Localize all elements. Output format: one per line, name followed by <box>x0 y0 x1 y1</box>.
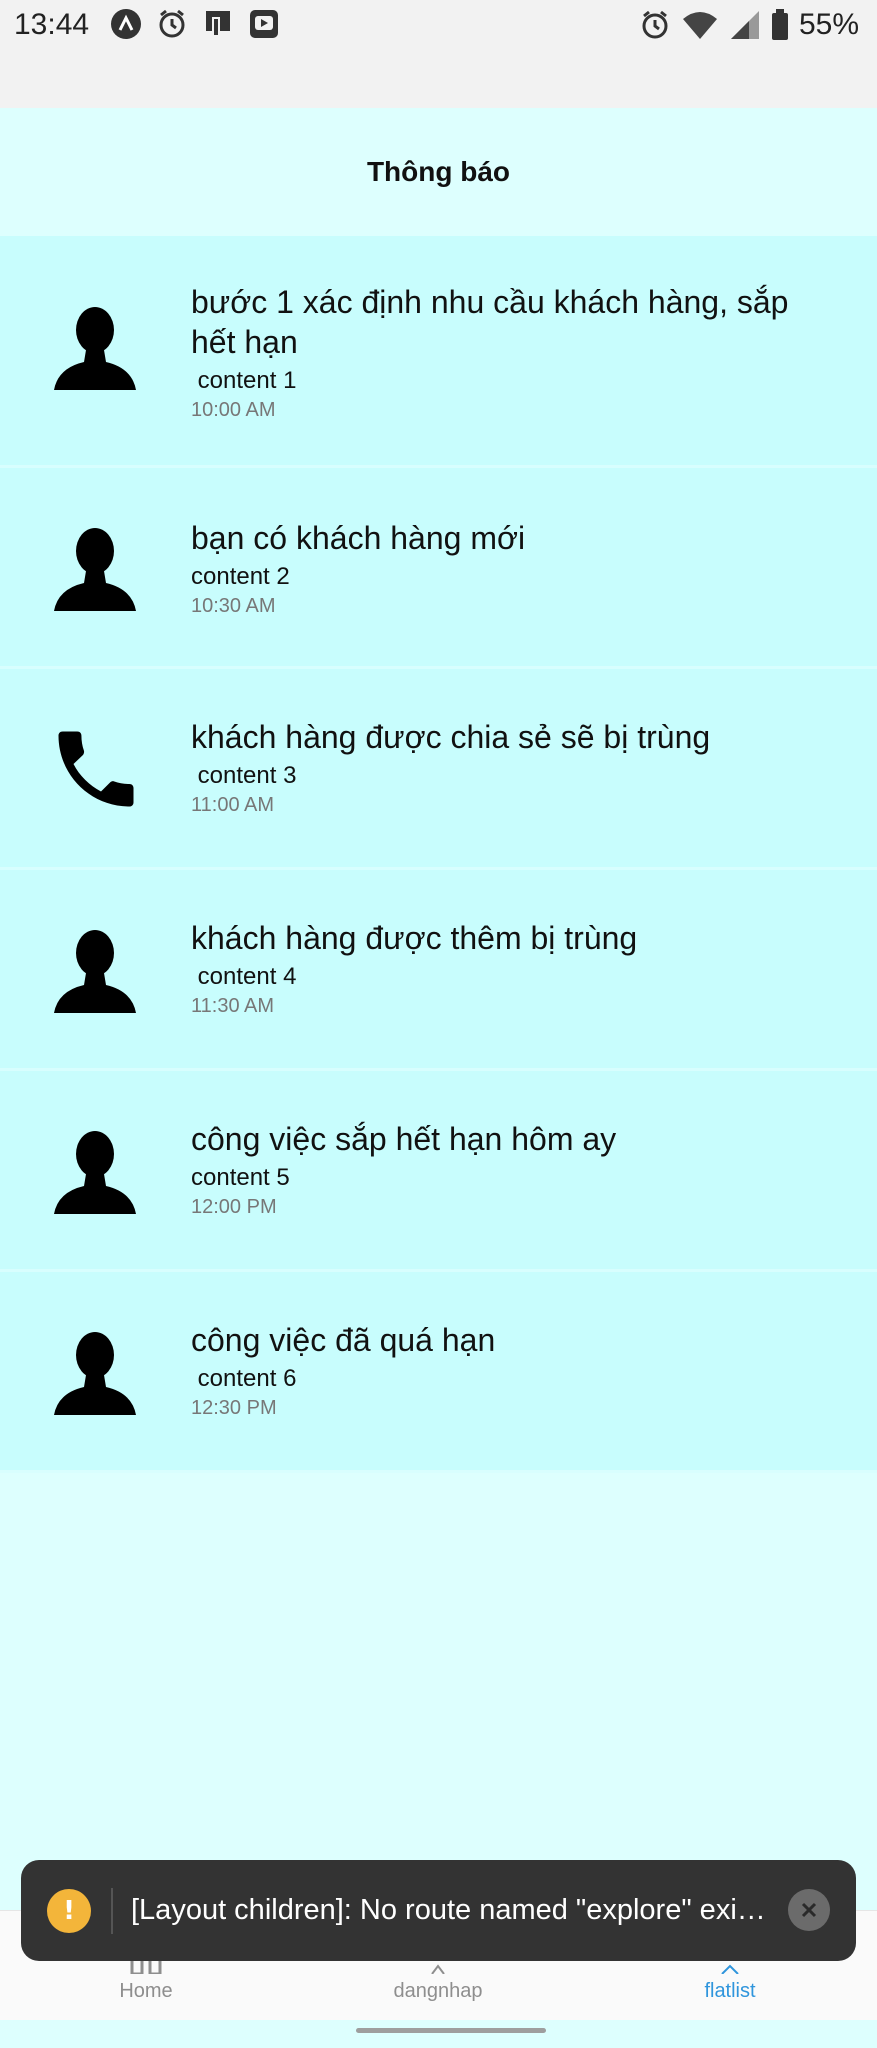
person-icon <box>54 307 136 390</box>
notification-time: 12:00 PM <box>191 1196 277 1218</box>
notification-title: công việc đã quá hạn <box>191 1322 496 1358</box>
notification-content: content 2 <box>191 563 290 590</box>
phone-icon <box>58 731 134 807</box>
list-item[interactable]: bạn có khách hàng mới content 2 10:30 AM <box>0 468 877 669</box>
notification-content: content 6 <box>191 1365 297 1392</box>
list-item-text: khách hàng được thêm bị trùng content 4 … <box>191 918 827 1020</box>
list-item[interactable]: khách hàng được chia sẻ sẽ bị trùng cont… <box>0 669 877 870</box>
toast-divider <box>111 1887 113 1934</box>
person-icon <box>54 1332 136 1415</box>
close-toast-button[interactable] <box>788 1889 830 1931</box>
alarm-icon <box>159 9 185 38</box>
battery-icon <box>771 9 788 40</box>
notification-time: 12:30 PM <box>191 1397 277 1419</box>
file-icon <box>206 11 230 37</box>
status-bar: 13:44 55% <box>0 0 877 108</box>
notification-content: content 4 <box>191 963 297 990</box>
notification-content: content 5 <box>191 1164 290 1191</box>
notification-time: 10:00 AM <box>191 399 276 421</box>
toast-message: [Layout children]: No route named "explo… <box>131 1894 771 1926</box>
alarm-icon <box>642 10 668 39</box>
tab-label: dangnhap <box>393 1980 483 2002</box>
status-left-icons <box>110 8 280 40</box>
list-item[interactable]: khách hàng được thêm bị trùng content 4 … <box>0 870 877 1071</box>
home-indicator <box>356 2028 546 2033</box>
person-icon <box>54 930 136 1013</box>
notification-title: công việc sắp hết hạn hôm ay <box>191 1121 617 1157</box>
tab-label: Home <box>119 1980 173 2002</box>
notification-title: bước 1 xác định nhu cầu khách hàng, sắp … <box>191 284 789 360</box>
page-title: Thông báo <box>366 156 511 187</box>
list-item-text: bạn có khách hàng mới content 2 10:30 AM <box>191 518 827 620</box>
notification-time: 10:30 AM <box>191 595 276 617</box>
notification-content: content 1 <box>191 367 297 394</box>
wifi-icon <box>682 12 717 39</box>
error-toast[interactable]: ! [Layout children]: No route named "exp… <box>21 1860 856 1961</box>
notification-title: khách hàng được thêm bị trùng <box>191 920 638 956</box>
notification-list: bước 1 xác định nhu cầu khách hàng, sắp … <box>0 236 877 1473</box>
expo-icon <box>111 9 141 39</box>
signal-icon <box>730 11 759 39</box>
page-header: Thông báo <box>0 108 877 236</box>
notification-time: 11:30 AM <box>191 995 275 1017</box>
list-item-text: bước 1 xác định nhu cầu khách hàng, sắp … <box>191 282 827 424</box>
close-icon <box>801 1902 817 1918</box>
list-item-text: công việc sắp hết hạn hôm ay content 5 1… <box>191 1119 827 1221</box>
tab-label: flatlist <box>704 1980 756 2002</box>
list-item-text: công việc đã quá hạn content 6 12:30 PM <box>191 1320 827 1422</box>
notification-content: content 3 <box>191 762 297 789</box>
notification-time: 11:00 AM <box>191 794 275 816</box>
battery-percent: 55% <box>798 8 859 41</box>
list-item[interactable]: bước 1 xác định nhu cầu khách hàng, sắp … <box>0 236 877 468</box>
list-item[interactable]: công việc sắp hết hạn hôm ay content 5 1… <box>0 1071 877 1272</box>
notification-title: khách hàng được chia sẻ sẽ bị trùng <box>191 719 711 755</box>
person-icon <box>54 1131 136 1214</box>
list-item[interactable]: công việc đã quá hạn content 6 12:30 PM <box>0 1272 877 1473</box>
list-item-text: khách hàng được chia sẻ sẽ bị trùng cont… <box>191 717 827 819</box>
warning-icon: ! <box>47 1888 91 1933</box>
person-icon <box>54 528 136 611</box>
status-right: 55% <box>639 8 859 42</box>
status-time: 13:44 <box>14 8 90 41</box>
media-icon <box>250 10 278 38</box>
notification-title: bạn có khách hàng mới <box>191 520 526 556</box>
